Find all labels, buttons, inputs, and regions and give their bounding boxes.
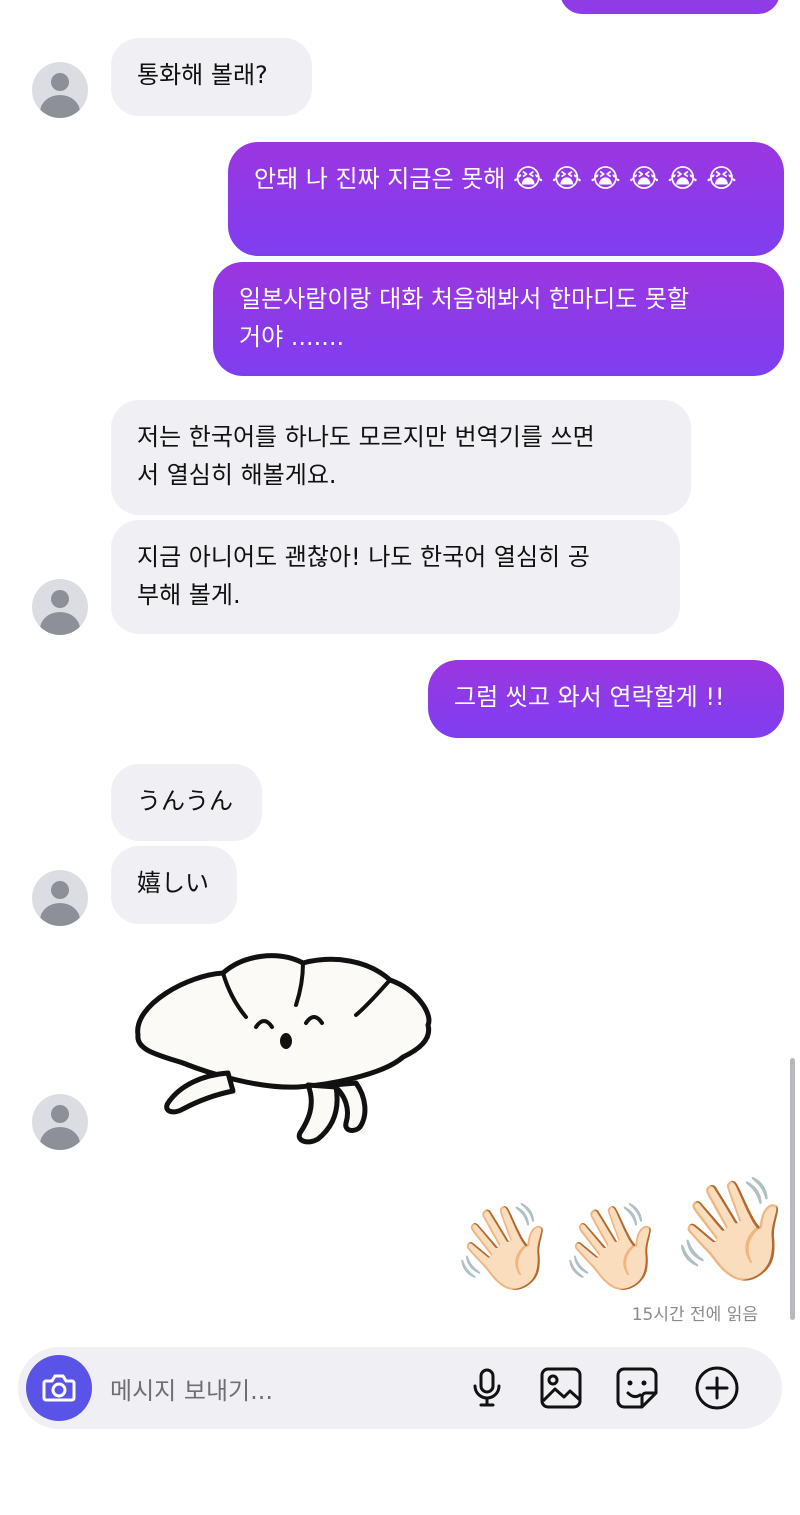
- microphone-icon: [473, 1368, 501, 1407]
- incoming-message[interactable]: 지금 아니어도 괜찮아! 나도 한국어 열심히 공 부해 볼게.: [111, 520, 680, 634]
- incoming-message[interactable]: 嬉しい: [111, 846, 237, 924]
- sticker-button[interactable]: [614, 1365, 660, 1411]
- avatar[interactable]: [32, 62, 88, 118]
- sticker-icon: [616, 1367, 658, 1409]
- camera-icon: [42, 1374, 76, 1402]
- camera-button[interactable]: [26, 1355, 92, 1421]
- scrollbar[interactable]: [790, 1058, 795, 1320]
- image-button[interactable]: [538, 1365, 584, 1411]
- waving-hand-emoji[interactable]: 👋🏻: [452, 1205, 557, 1289]
- message-text: 嬉しい: [137, 869, 209, 897]
- plus-icon: [695, 1366, 739, 1410]
- incoming-message[interactable]: うんうん: [111, 764, 262, 841]
- read-receipt: 15시간 전에 읽음: [631, 1305, 758, 1325]
- message-text-line: 서 열심히 해볼게요.: [137, 461, 337, 489]
- message-text-line: 거야 .......: [239, 323, 345, 351]
- message-text: 통화해 볼래?: [137, 61, 268, 89]
- message-composer: 메시지 보내기...: [18, 1347, 782, 1429]
- outgoing-message[interactable]: 일본사람이랑 대화 처음해봐서 한마디도 못할 거야 .......: [213, 262, 784, 376]
- avatar[interactable]: [32, 870, 88, 926]
- incoming-message[interactable]: 통화해 볼래?: [111, 38, 312, 116]
- image-icon: [540, 1367, 582, 1409]
- plus-button[interactable]: [694, 1365, 740, 1411]
- message-text: うんうん: [137, 787, 233, 815]
- incoming-message[interactable]: 저는 한국어를 하나도 모르지만 번역기를 쓰면 서 열심히 해볼게요.: [111, 400, 691, 515]
- outgoing-message[interactable]: 그럼 씻고 와서 연락할게 !!: [428, 660, 784, 738]
- message-text: 그럼 씻고 와서 연락할게 !!: [454, 683, 725, 711]
- dumpling-sticker[interactable]: [128, 945, 438, 1150]
- avatar[interactable]: [32, 579, 88, 635]
- microphone-button[interactable]: [464, 1365, 510, 1411]
- avatar[interactable]: [32, 1094, 88, 1150]
- crying-emoji: 😭 😭 😭 😭 😭 😭: [512, 164, 737, 194]
- message-text-line: 지금 아니어도 괜찮아! 나도 한국어 열심히 공: [137, 543, 590, 571]
- message-text-line: 저는 한국어를 하나도 모르지만 번역기를 쓰면: [137, 423, 595, 451]
- message-input[interactable]: 메시지 보내기...: [110, 1371, 273, 1406]
- previous-outgoing-bubble: [560, 0, 780, 14]
- message-text-line: 부해 볼게.: [137, 581, 241, 609]
- message-text: 안돼 나 진짜 지금은 못해: [254, 165, 506, 193]
- waving-hand-emoji[interactable]: 👋🏻: [670, 1180, 795, 1280]
- message-text-line: 일본사람이랑 대화 처음해봐서 한마디도 못할: [239, 285, 690, 313]
- outgoing-message[interactable]: 안돼 나 진짜 지금은 못해 😭 😭 😭 😭 😭 😭: [228, 142, 784, 256]
- waving-hand-emoji[interactable]: 👋🏻: [560, 1205, 665, 1289]
